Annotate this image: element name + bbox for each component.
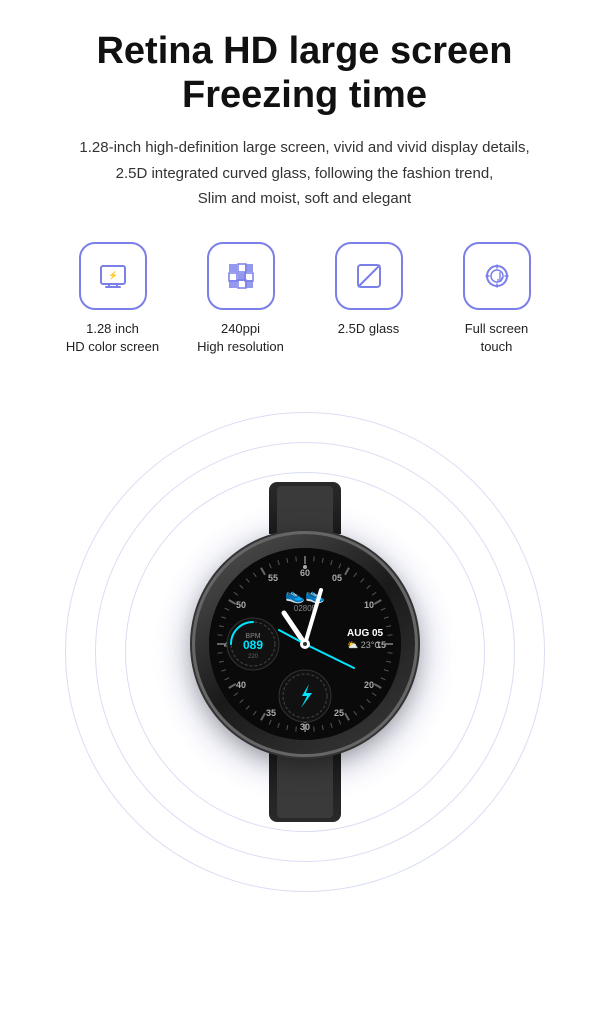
svg-text:05: 05: [331, 573, 341, 583]
feature-label-glass: 2.5D glass: [338, 320, 399, 338]
svg-text:30: 30: [299, 722, 309, 732]
svg-text:35: 35: [265, 708, 275, 718]
svg-text:20: 20: [363, 680, 373, 690]
feature-label-touch: Full screentouch: [465, 320, 529, 356]
watch-band-top: [269, 482, 341, 534]
feature-label-hd: 1.28 inchHD color screen: [66, 320, 159, 356]
watch-screen: 60 05 10 15 20 25: [209, 548, 401, 740]
svg-text:60: 60: [299, 568, 309, 578]
hd-screen-icon-box: ⚡: [79, 242, 147, 310]
page-container: Retina HD large screen Freezing time 1.2…: [0, 0, 609, 1024]
svg-text:⛅ 23°C: ⛅ 23°C: [347, 640, 381, 650]
svg-text:089: 089: [242, 638, 262, 652]
ripple-container: 60 05 10 15 20 25: [55, 402, 555, 902]
watch-face: 60 05 10 15 20 25: [209, 548, 401, 740]
svg-text:220: 220: [247, 654, 258, 660]
watch-body: 60 05 10 15 20 25: [165, 482, 445, 822]
main-title: Retina HD large screen Freezing time: [96, 30, 512, 117]
resolution-icon: [223, 258, 259, 294]
features-row: ⚡ 1.28 inchHD color screen: [20, 242, 589, 356]
subtitle: 1.28-inch high-definition large screen, …: [79, 135, 529, 212]
watch-face-svg: 60 05 10 15 20 25: [209, 548, 401, 740]
feature-label-res: 240ppiHigh resolution: [197, 320, 284, 356]
screen-icon: ⚡: [95, 258, 131, 294]
feature-touch: Full screentouch: [442, 242, 552, 356]
watch-band-bottom: [269, 752, 341, 822]
svg-text:50: 50: [235, 600, 245, 610]
svg-text:55: 55: [267, 573, 277, 583]
svg-text:⚡: ⚡: [108, 270, 118, 280]
feature-hd-screen: ⚡ 1.28 inchHD color screen: [58, 242, 168, 356]
glass-icon-box: [335, 242, 403, 310]
touch-icon: [479, 258, 515, 294]
resolution-icon-box: [207, 242, 275, 310]
glass-icon: [351, 258, 387, 294]
svg-text:10: 10: [363, 600, 373, 610]
watch-case: 60 05 10 15 20 25: [195, 534, 415, 754]
watch-section: 60 05 10 15 20 25: [20, 402, 589, 902]
svg-text:AUG 05: AUG 05: [347, 628, 384, 639]
svg-text:25: 25: [333, 708, 343, 718]
feature-glass: 2.5D glass: [314, 242, 424, 356]
svg-text:40: 40: [235, 680, 245, 690]
touch-icon-box: [463, 242, 531, 310]
feature-resolution: 240ppiHigh resolution: [186, 242, 296, 356]
